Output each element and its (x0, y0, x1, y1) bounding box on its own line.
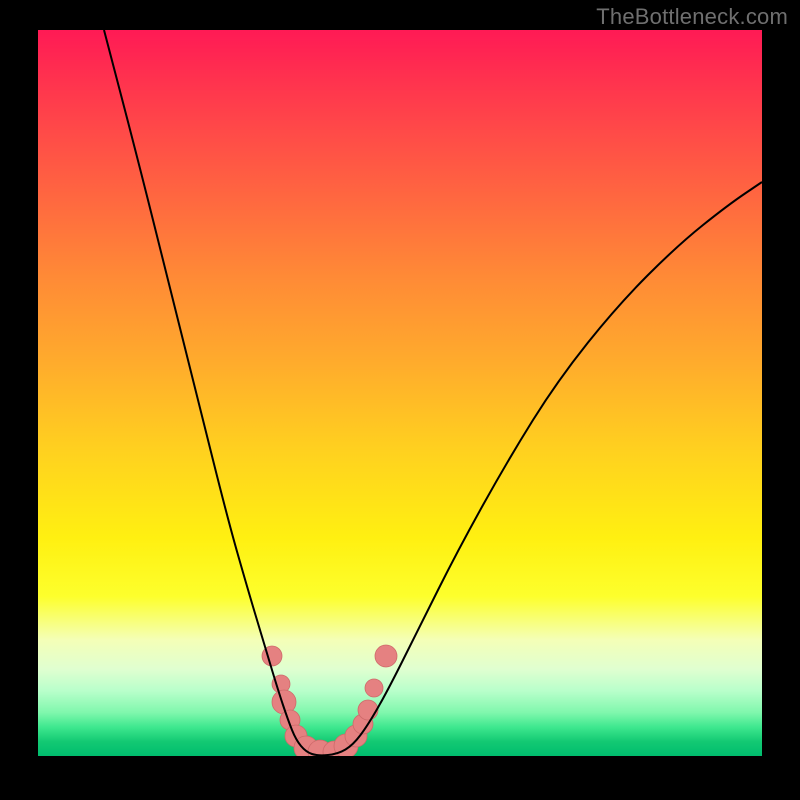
main-curve (104, 30, 762, 755)
plot-area (38, 30, 762, 756)
cluster-marker (358, 700, 378, 720)
watermark-text: TheBottleneck.com (596, 4, 788, 30)
chart-frame: TheBottleneck.com (0, 0, 800, 800)
cluster-marker (375, 645, 397, 667)
cluster-marker (365, 679, 383, 697)
curve-layer (38, 30, 762, 756)
